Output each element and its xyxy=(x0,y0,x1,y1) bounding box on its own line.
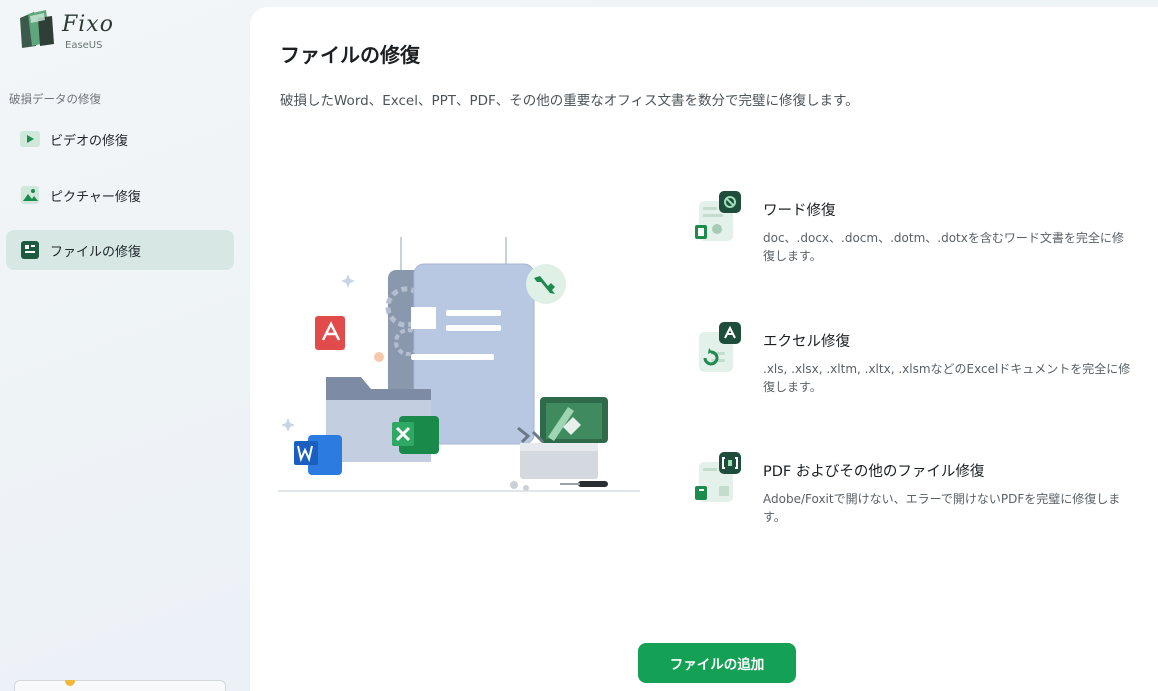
app-logo: Fixo EaseUS xyxy=(16,6,156,52)
app-name: Fixo xyxy=(62,12,114,37)
main-panel: ファイルの修復 破損したWord、Excel、PPT、PDF、その他の重要なオフ… xyxy=(250,7,1158,691)
sidebar-item-file-repair[interactable]: ファイルの修復 xyxy=(6,230,234,270)
feature-title: ワード修復 xyxy=(763,203,836,219)
sidebar-item-picture-repair[interactable]: ピクチャー修復 xyxy=(6,175,234,215)
sidebar-item-label: ピクチャー修復 xyxy=(50,189,141,205)
page-subtitle: 破損したWord、Excel、PPT、PDF、その他の重要なオフィス文書を数分で… xyxy=(280,93,859,109)
sidebar-item-label: ファイルの修復 xyxy=(50,244,142,260)
sidebar-item-label: ビデオの修復 xyxy=(50,133,129,149)
feature-description: Adobe/Foxitで開けない、エラーで開けないPDFを完璧に修復します。 xyxy=(763,492,1121,524)
feature-title: PDF およびその他のファイル修復 xyxy=(763,464,985,480)
notification-dot-icon xyxy=(65,680,75,686)
picture-icon xyxy=(19,184,41,206)
section-label: 破損データの修復 xyxy=(9,92,101,106)
word-repair-icon xyxy=(695,191,741,241)
feature-title: エクセル修復 xyxy=(763,334,850,350)
sidebar: Fixo EaseUS 破損データの修復 ビデオの修復 ピクチャー修復 ファイル… xyxy=(0,0,250,691)
vendor-name: EaseUS xyxy=(65,40,103,51)
fixo-logo-icon xyxy=(20,10,54,48)
file-repair-illustration xyxy=(278,237,640,492)
video-play-icon xyxy=(19,128,41,150)
page-title: ファイルの修復 xyxy=(280,43,420,67)
excel-repair-icon xyxy=(699,322,741,372)
sidebar-item-video-repair[interactable]: ビデオの修復 xyxy=(6,119,234,159)
file-doc-icon xyxy=(19,239,41,261)
pdf-repair-icon xyxy=(695,452,741,502)
add-file-button[interactable]: ファイルの追加 xyxy=(638,643,796,683)
feature-description: .xls, .xlsx, .xltm, .xltx, .xlsmなどのExcel… xyxy=(763,362,1131,394)
feature-description: doc、.docx、.docm、.dotm、.dotxを含むワード文書を完全に修… xyxy=(763,231,1124,263)
sidebar-bottom-panel[interactable] xyxy=(14,680,226,691)
